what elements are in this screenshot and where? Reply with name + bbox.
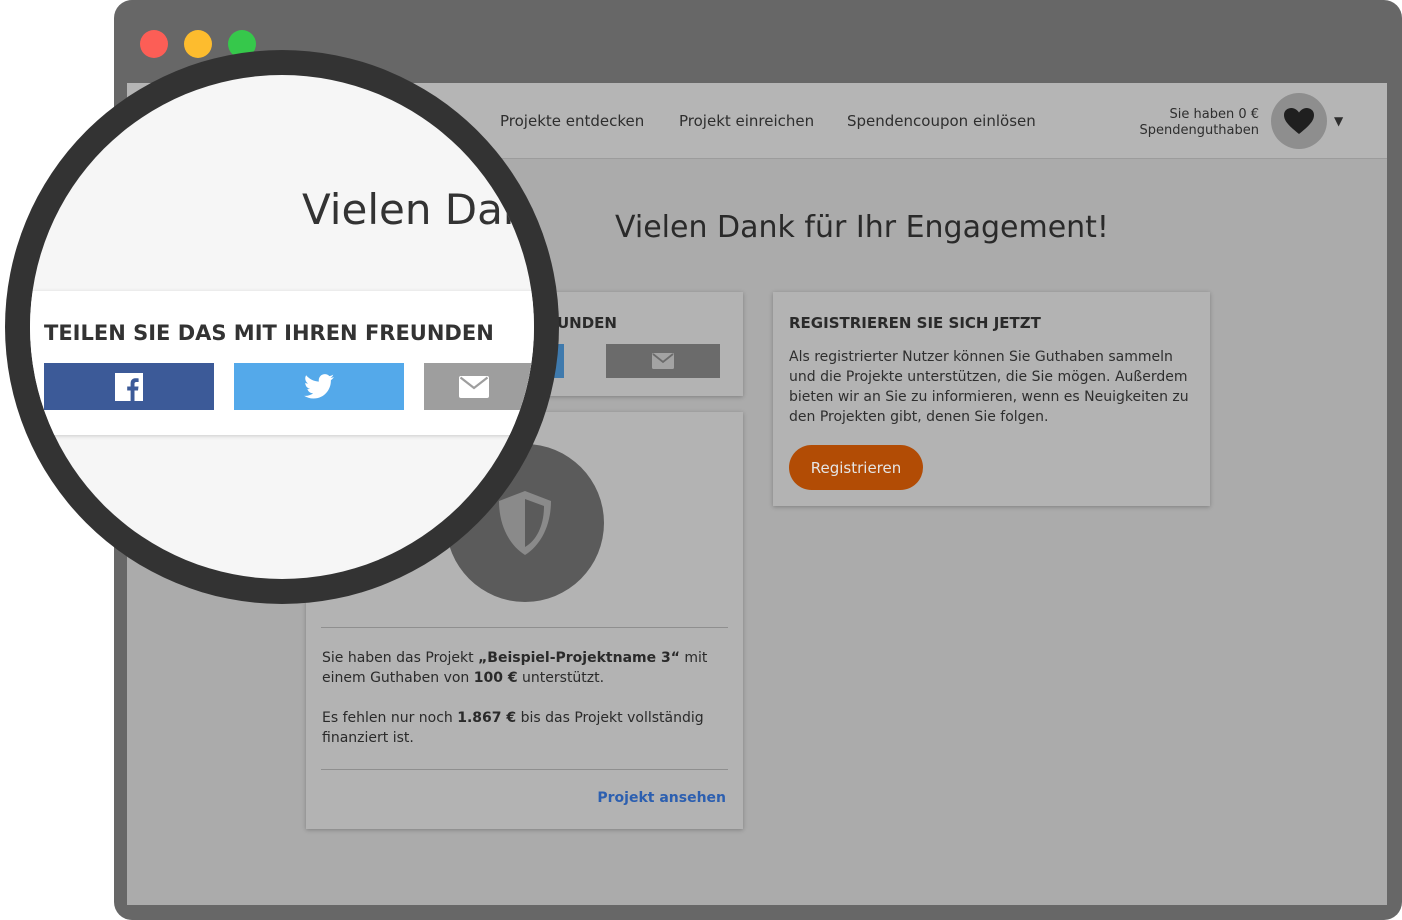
project-remaining-text: Es fehlen nur noch 1.867 € bis das Proje… (322, 710, 704, 746)
share-facebook-button[interactable] (44, 363, 214, 410)
share-twitter-button[interactable] (234, 363, 404, 410)
project-support-text: Sie haben das Projekt „Beispiel-Projektn… (322, 650, 708, 686)
nav-link-projekt-einreichen[interactable]: Projekt einreichen (679, 112, 814, 130)
divider (321, 769, 728, 770)
view-project-link[interactable]: Projekt ansehen (597, 790, 726, 806)
heart-icon (1284, 108, 1314, 134)
shield-icon (499, 491, 551, 555)
caret-down-icon[interactable]: ▼ (1334, 114, 1343, 128)
share-mail-button[interactable] (424, 363, 534, 410)
share-heading: TEILEN SIE DAS MIT IHREN FREUNDEN (44, 321, 494, 345)
nav-link-projekte-entdecken[interactable]: Projekte entdecken (500, 112, 644, 130)
register-heading: REGISTRIEREN SIE SICH JETZT (789, 314, 1041, 332)
nav-link-spendencoupon[interactable]: Spendencoupon einlösen (847, 112, 1036, 130)
register-button[interactable]: Registrieren (789, 445, 923, 490)
credit-label: Spendenguthaben (1139, 123, 1259, 138)
window-close-button[interactable] (140, 30, 168, 58)
twitter-icon (304, 374, 334, 399)
register-description: Als registrierter Nutzer können Sie Guth… (789, 349, 1189, 425)
envelope-icon (652, 353, 674, 369)
magnified-share-card: TEILEN SIE DAS MIT IHREN FREUNDEN (30, 291, 534, 435)
envelope-icon (459, 375, 489, 398)
window-minimize-button[interactable] (184, 30, 212, 58)
facebook-icon (115, 372, 143, 401)
magnified-page-title: Vielen Dank für Ihr Engagement! (302, 185, 534, 234)
user-avatar-button[interactable] (1271, 93, 1327, 149)
share-heading-partial: UNDEN (557, 314, 617, 332)
credit-amount: Sie haben 0 € (1169, 107, 1260, 122)
credit-balance: Sie haben 0 € Spendenguthaben (1139, 107, 1259, 139)
register-card: REGISTRIEREN SIE SICH JETZT Als registri… (773, 292, 1210, 506)
share-mail-button[interactable] (606, 344, 720, 378)
magnifier-lens: Vielen Dank für Ihr Engagement! TEILEN S… (30, 75, 534, 579)
divider (321, 627, 728, 628)
page-title: Vielen Dank für Ihr Engagement! (615, 210, 1109, 245)
